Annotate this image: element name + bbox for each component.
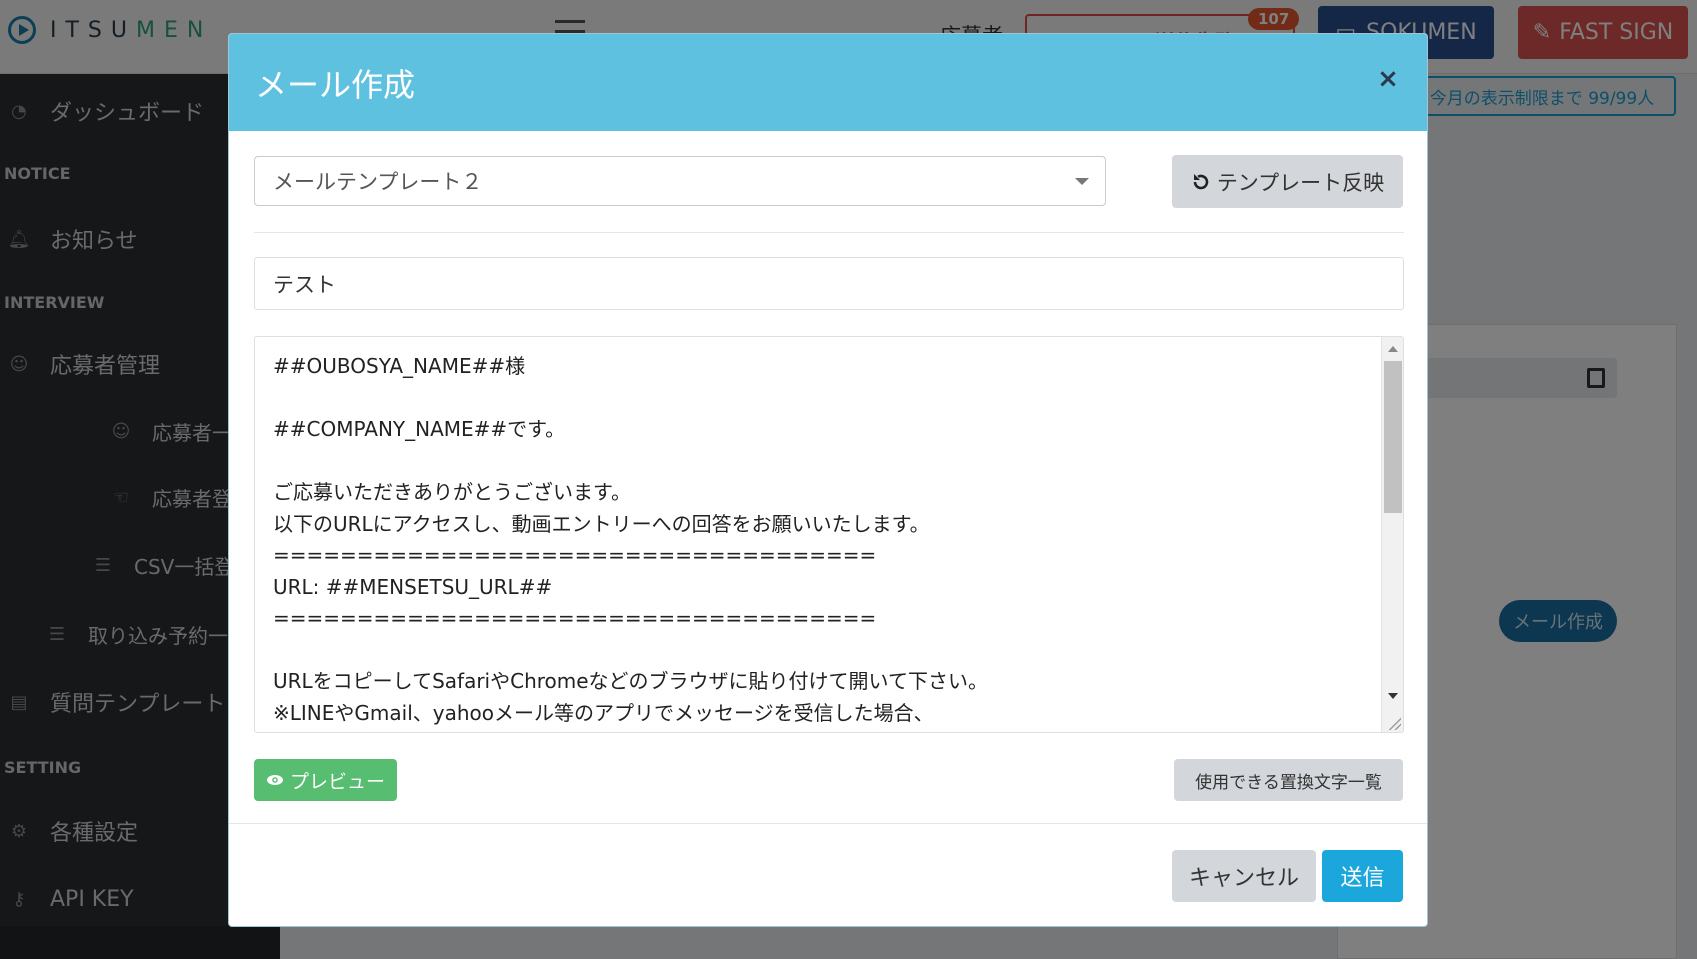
mail-body-line: ##COMPANY_NAME##です。 — [273, 417, 566, 441]
mail-body-line: ##OUBOSYA_NAME##様 — [273, 354, 526, 378]
template-select-value: メールテンプレート２ — [273, 170, 483, 194]
mail-body-text: ##OUBOSYA_NAME##様 ##COMPANY_NAME##です。 ご応… — [273, 351, 1373, 732]
modal-footer-divider — [229, 823, 1427, 824]
mail-body-line: 以下のURLにアクセスし、動画エントリーへの回答をお願いいたします。 — [273, 511, 930, 536]
modal-header: メール作成 × — [229, 34, 1427, 131]
mail-body-line: URL: ##MENSETSU_URL## — [273, 574, 553, 599]
undo-icon — [1193, 173, 1209, 189]
divider — [254, 232, 1404, 233]
mail-body-line: ご応募いただきありがとうございます。 — [273, 480, 631, 504]
mail-body-line — [273, 635, 1373, 667]
apply-template-button[interactable]: テンプレート反映 — [1172, 155, 1403, 208]
close-icon[interactable]: × — [1373, 64, 1403, 94]
resize-handle-icon[interactable] — [1387, 716, 1401, 730]
mail-compose-modal: メール作成 × メールテンプレート２ テンプレート反映 テスト ##OUBOSY… — [228, 33, 1428, 927]
preview-label: プレビュー — [289, 770, 385, 793]
mail-body-line — [273, 446, 1373, 478]
mail-body-line: URLをコピーしてSafariやChromeなどのブラウザに貼り付けて開いて下さ… — [273, 669, 988, 693]
scroll-up-arrow-icon[interactable] — [1388, 346, 1398, 352]
mail-body-textarea[interactable]: ##OUBOSYA_NAME##様 ##COMPANY_NAME##です。 ご応… — [254, 336, 1404, 733]
apply-template-label: テンプレート反映 — [1216, 170, 1385, 195]
subject-input[interactable]: テスト — [254, 257, 1404, 310]
mail-body-line: ==================================== — [273, 543, 877, 567]
mail-body-line: リンクをタップすると正しく動作しませんので、コピーしてブラウザに貼り付けてご利用… — [273, 729, 1373, 732]
mail-body-line: ※LINEやGmail、yahooメール等のアプリでメッセージを受信した場合、 — [273, 700, 934, 725]
textarea-scrollbar[interactable] — [1381, 337, 1403, 732]
eye-icon — [266, 775, 283, 785]
modal-title: メール作成 — [255, 65, 416, 104]
replacement-variables-button[interactable]: 使用できる置換文字一覧 — [1174, 759, 1403, 801]
template-select[interactable]: メールテンプレート２ — [254, 156, 1106, 206]
mail-body-line — [273, 383, 1373, 415]
scroll-thumb[interactable] — [1384, 361, 1402, 513]
scroll-down-arrow-icon[interactable] — [1388, 693, 1398, 699]
mail-body-line: ==================================== — [273, 606, 877, 630]
subject-value: テスト — [273, 272, 336, 297]
send-button[interactable]: 送信 — [1322, 850, 1403, 902]
chevron-down-icon — [1075, 178, 1089, 185]
cancel-button[interactable]: キャンセル — [1172, 850, 1316, 902]
preview-button[interactable]: プレビュー — [254, 759, 397, 801]
